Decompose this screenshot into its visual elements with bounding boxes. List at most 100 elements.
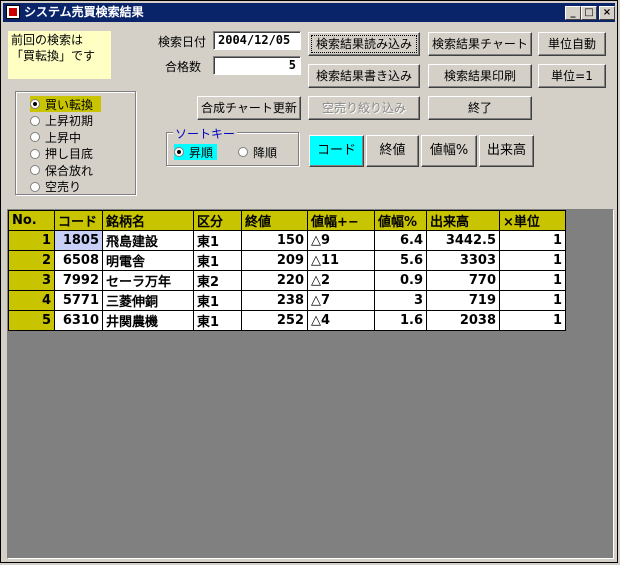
sort-key-volume-button[interactable]: 出来高 — [479, 135, 534, 167]
sort-key-close-button[interactable]: 終値 — [366, 135, 419, 167]
strategy-radio-3[interactable]: 上昇中 — [30, 129, 81, 145]
row-number-cell[interactable]: 2 — [8, 250, 55, 271]
composite-chart-update-button[interactable]: 合成チャート更新 — [197, 96, 301, 120]
table-cell[interactable]: 1 — [499, 250, 566, 271]
table-cell[interactable]: 1 — [499, 290, 566, 311]
column-header[interactable]: No. — [8, 210, 55, 231]
table-cell[interactable]: 0.9 — [374, 270, 427, 291]
table-cell[interactable]: 3 — [374, 290, 427, 311]
sort-desc-radio-circle — [238, 147, 248, 157]
table-cell[interactable]: △9 — [307, 230, 375, 251]
column-header[interactable]: 出来高 — [426, 210, 500, 231]
table-cell[interactable]: セーラ万年 — [102, 270, 194, 291]
strategy-radio-6[interactable]: 空売り — [30, 179, 81, 195]
column-header[interactable]: 銘柄名 — [102, 210, 194, 231]
title-bar[interactable]: システム売買検索結果 _ □ × — [3, 3, 615, 22]
table-cell[interactable]: 三菱伸銅 — [102, 290, 194, 311]
table-cell[interactable]: 5.6 — [374, 250, 427, 271]
table-cell[interactable]: 220 — [241, 270, 308, 291]
table-cell[interactable]: 6508 — [54, 250, 103, 271]
table-row[interactable]: 4 5771 三菱伸銅 東1 238 △7 3 719 1 — [8, 290, 566, 311]
maximize-button[interactable]: □ — [581, 6, 597, 20]
unit-auto-button[interactable]: 単位自動 — [538, 32, 606, 56]
table-cell[interactable]: 井関農機 — [102, 310, 194, 331]
column-header[interactable]: コード — [54, 210, 103, 231]
table-cell[interactable]: 東1 — [193, 230, 242, 251]
close-button[interactable]: × — [599, 6, 615, 20]
table-cell[interactable]: 東1 — [193, 250, 242, 271]
table-cell[interactable]: 東1 — [193, 290, 242, 311]
row-number-cell[interactable]: 3 — [8, 270, 55, 291]
table-cell[interactable]: 3303 — [426, 250, 500, 271]
column-header[interactable]: ×単位 — [499, 210, 566, 231]
strategy-radio-1[interactable]: 買い転換 — [30, 96, 102, 112]
table-cell[interactable]: 1.6 — [374, 310, 427, 331]
table-row[interactable]: 3 7992 セーラ万年 東2 220 △2 0.9 770 1 — [8, 270, 566, 291]
minimize-button[interactable]: _ — [565, 6, 581, 20]
table-cell[interactable]: △2 — [307, 270, 375, 291]
table-cell[interactable]: 238 — [241, 290, 308, 311]
table-cell[interactable]: 7992 — [54, 270, 103, 291]
table-cell[interactable]: 770 — [426, 270, 500, 291]
table-header-row: No. コード 銘柄名 区分 終値 値幅+− 値幅% 出来高 ×単位 — [8, 210, 566, 231]
row-number-cell[interactable]: 4 — [8, 290, 55, 311]
strategy-label: 空売り — [45, 180, 82, 194]
pass-count-label: 合格数 — [165, 60, 202, 74]
table-cell[interactable]: 209 — [241, 250, 308, 271]
table-row[interactable]: 1 1805 飛島建設 東1 150 △9 6.4 3442.5 1 — [8, 230, 566, 251]
results-chart-button[interactable]: 検索結果チャート — [428, 32, 532, 56]
table-cell[interactable]: 東2 — [193, 270, 242, 291]
read-results-button[interactable]: 検索結果読み込み — [308, 32, 420, 56]
table-cell[interactable]: 1 — [499, 310, 566, 331]
note-line-1: 前回の検索は — [11, 33, 84, 47]
strategy-radio-2[interactable]: 上昇初期 — [30, 113, 93, 129]
exit-button[interactable]: 終了 — [428, 96, 532, 120]
short-filter-button[interactable]: 空売り絞り込み — [308, 96, 420, 120]
write-results-button[interactable]: 検索結果書き込み — [308, 64, 420, 88]
table-cell[interactable]: △11 — [307, 250, 375, 271]
table-cell[interactable]: 東1 — [193, 310, 242, 331]
table-cell[interactable]: 1 — [499, 230, 566, 251]
table-cell[interactable]: 1805 — [54, 230, 103, 251]
table-row[interactable]: 5 6310 井関農機 東1 252 △4 1.6 2038 1 — [8, 310, 566, 331]
sort-key-code-button[interactable]: コード — [309, 135, 364, 167]
table-cell[interactable]: 6.4 — [374, 230, 427, 251]
strategy-radio-5[interactable]: 保合放れ — [30, 162, 93, 178]
table-cell[interactable]: 明電舎 — [102, 250, 194, 271]
column-header[interactable]: 値幅+− — [307, 210, 375, 231]
table-row[interactable]: 2 6508 明電舎 東1 209 △11 5.6 3303 1 — [8, 250, 566, 271]
strategy-radio-circle — [30, 148, 40, 159]
sort-asc-label: 昇順 — [189, 145, 214, 160]
table-cell[interactable]: △4 — [307, 310, 375, 331]
sort-key-range-pct-button[interactable]: 値幅% — [421, 135, 477, 167]
column-header[interactable]: 終値 — [241, 210, 308, 231]
table-cell[interactable]: 1 — [499, 270, 566, 291]
sort-asc-radio[interactable]: 昇順 — [174, 144, 218, 160]
print-results-button[interactable]: 検索結果印刷 — [428, 64, 532, 88]
table-cell[interactable]: 3442.5 — [426, 230, 500, 251]
row-number-cell[interactable]: 5 — [8, 310, 55, 331]
sort-desc-radio[interactable]: 降順 — [238, 144, 277, 160]
table-cell[interactable]: 6310 — [54, 310, 103, 331]
pass-count-field[interactable]: 5 — [213, 56, 301, 75]
column-header[interactable]: 値幅% — [374, 210, 427, 231]
sort-key-title: ソートキー — [173, 125, 238, 142]
table-cell[interactable]: 150 — [241, 230, 308, 251]
row-number-cell[interactable]: 1 — [8, 230, 55, 251]
table-cell[interactable]: △7 — [307, 290, 375, 311]
table-cell[interactable]: 252 — [241, 310, 308, 331]
strategy-label: 押し目底 — [45, 147, 94, 161]
strategy-radio-4[interactable]: 押し目底 — [30, 146, 93, 162]
results-grid[interactable]: No. コード 銘柄名 区分 終値 値幅+− 値幅% 出来高 ×単位 1 1805 飛島建設 東1 15… — [7, 209, 614, 559]
strategy-label: 買い転換 — [45, 97, 94, 112]
table-cell[interactable]: 719 — [426, 290, 500, 311]
column-header[interactable]: 区分 — [193, 210, 242, 231]
note-line-2: 「買転換」です — [11, 49, 96, 63]
table-cell[interactable]: 2038 — [426, 310, 500, 331]
search-date-field[interactable]: 2004/12/05 — [213, 31, 301, 50]
table-cell[interactable]: 飛島建設 — [102, 230, 194, 251]
strategy-radio-circle — [30, 181, 40, 192]
strategy-radio-circle — [30, 115, 40, 126]
table-cell[interactable]: 5771 — [54, 290, 103, 311]
unit-one-button[interactable]: 単位=1 — [538, 64, 606, 88]
